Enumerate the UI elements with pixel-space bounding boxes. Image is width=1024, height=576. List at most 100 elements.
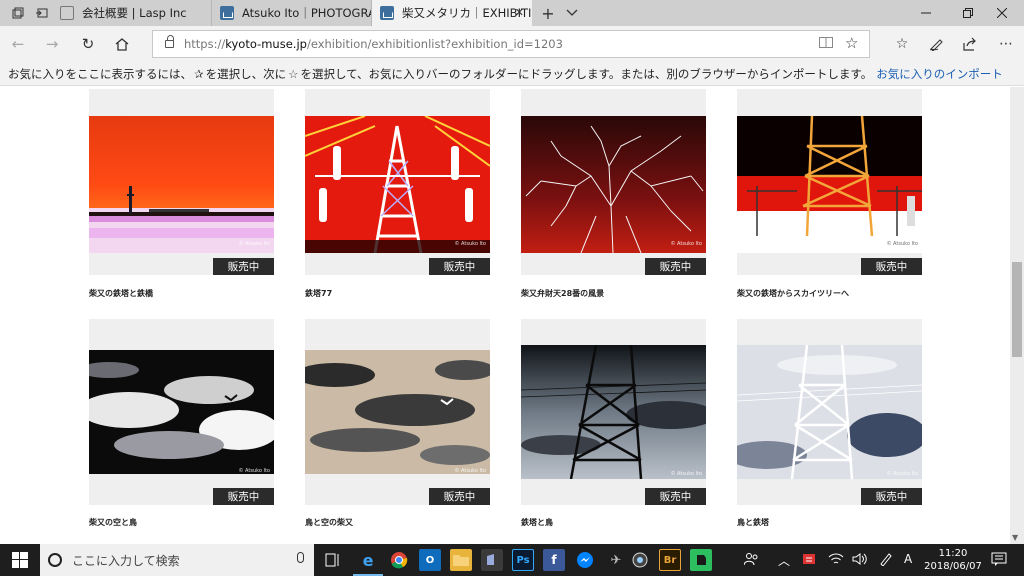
artwork-title[interactable]: 柴又の鉄塔からスカイツリーへ: [737, 288, 849, 299]
tab-lasp[interactable]: 会社概要 | Lasp Inc: [52, 0, 212, 26]
new-tab-icon[interactable]: +: [536, 0, 560, 26]
folder-glyph: [453, 555, 469, 566]
outlook-icon[interactable]: O: [419, 549, 441, 571]
webcam-glyph: [632, 552, 648, 568]
favorites-star-icon: ☆: [288, 66, 299, 81]
tab-atsuko-ito[interactable]: Atsuko Ito｜PHOTOGRAPHI: [212, 0, 372, 26]
pen-workspace-icon[interactable]: [879, 552, 893, 569]
tab-title: 会社概要 | Lasp Inc: [82, 6, 187, 20]
show-hidden-icons-chevron-icon[interactable]: ︿: [778, 552, 790, 569]
photo-app-glyph: [487, 554, 494, 565]
artwork-title[interactable]: 鳥と鉄塔: [737, 517, 769, 528]
set-aside-tabs-icon[interactable]: [30, 0, 54, 26]
camera-icon[interactable]: ✈: [605, 549, 627, 571]
microphone-icon[interactable]: [297, 552, 304, 563]
scrollbar-thumb[interactable]: [1012, 262, 1022, 357]
page-scrollbar[interactable]: ▼: [1010, 87, 1024, 544]
minimize-icon[interactable]: [904, 0, 948, 26]
pen-glyph: [929, 39, 943, 51]
share-icon[interactable]: [958, 32, 982, 56]
artwork-card[interactable]: © Atsuko Ito 販売中: [305, 319, 490, 505]
pen-notes-icon[interactable]: [924, 32, 948, 56]
photo-app-icon[interactable]: [481, 549, 503, 571]
evernote-icon[interactable]: [690, 549, 712, 571]
artwork-image[interactable]: [521, 116, 706, 253]
back-arrow-icon[interactable]: ←: [6, 32, 30, 56]
tab-manager-icon[interactable]: [6, 0, 30, 26]
scroll-down-arrow-icon[interactable]: ▼: [1012, 533, 1018, 542]
artwork-card[interactable]: © Atsuko Ito 販売中: [737, 319, 922, 505]
book-glyph: [819, 37, 833, 48]
windows-taskbar: ここに入力して検索 e O Ps f ✈ Br ︿ A 11:20 2018/0…: [0, 544, 1024, 576]
pylon-77-image: [305, 116, 490, 253]
chevron-down-icon[interactable]: [560, 0, 584, 26]
artwork-title[interactable]: 鉄塔77: [305, 288, 332, 299]
bird-sky-sepia-image: [305, 350, 490, 474]
favorites-hub-icon[interactable]: ☆: [890, 32, 914, 56]
artwork-image[interactable]: [89, 350, 274, 474]
messenger-icon[interactable]: [574, 549, 596, 571]
reading-view-icon[interactable]: [819, 36, 833, 52]
address-bar[interactable]: https://kyoto-muse.jp/exhibition/exhibit…: [152, 30, 870, 58]
photo-credit: © Atsuko Ito: [454, 468, 486, 474]
artwork-image[interactable]: [305, 350, 490, 474]
tab-exhibition[interactable]: 柴又メタリカ｜EXHIBITIO ✕: [372, 0, 532, 26]
artwork-title[interactable]: 柴又弁財天28番の風景: [521, 288, 604, 299]
pen-workspace-glyph: [880, 553, 892, 567]
start-button[interactable]: [0, 544, 40, 576]
chrome-icon[interactable]: [388, 549, 410, 571]
people-icon[interactable]: [743, 552, 760, 569]
artwork-card[interactable]: © Atsuko Ito 販売中: [89, 319, 274, 505]
artwork-card[interactable]: © Atsuko Ito 販売中: [89, 89, 274, 275]
edge-browser-icon[interactable]: e: [353, 549, 383, 576]
url-path: /exhibition/exhibitionlist?exhibition_id…: [306, 37, 563, 51]
forward-arrow-icon[interactable]: →: [40, 32, 64, 56]
close-window-icon[interactable]: [980, 0, 1024, 26]
artwork-title[interactable]: 鳥と空の柴又: [305, 517, 353, 528]
tray-app-icon[interactable]: [802, 552, 816, 569]
artwork-card[interactable]: © Atsuko Ito 販売中: [521, 319, 706, 505]
home-icon[interactable]: [110, 32, 134, 56]
url-text[interactable]: https://kyoto-muse.jp/exhibition/exhibit…: [184, 37, 563, 51]
artwork-image[interactable]: [737, 116, 922, 253]
webcam-icon[interactable]: [629, 549, 651, 571]
wifi-icon[interactable]: [828, 552, 844, 569]
artwork-title[interactable]: 鉄塔と鳥: [521, 517, 553, 528]
artwork-title[interactable]: 柴又の空と鳥: [89, 517, 137, 528]
volume-icon[interactable]: [852, 552, 868, 569]
more-menu-icon[interactable]: ⋯: [994, 32, 1018, 56]
lock-icon: [165, 35, 174, 48]
artwork-image[interactable]: [737, 345, 922, 479]
tray-app-glyph: [803, 554, 815, 564]
photo-credit: © Atsuko Ito: [454, 241, 486, 247]
refresh-icon[interactable]: ↻: [76, 32, 100, 56]
chrome-glyph: [391, 552, 408, 569]
artwork-image[interactable]: [521, 345, 706, 479]
import-favorites-link[interactable]: お気に入りのインポート: [876, 66, 1003, 82]
url-host: kyoto-muse.jp: [225, 37, 307, 51]
favorite-star-icon[interactable]: ☆: [845, 34, 858, 52]
evernote-glyph: [697, 555, 706, 565]
artwork-image[interactable]: [305, 116, 490, 253]
file-explorer-icon[interactable]: [450, 549, 472, 571]
artwork-card[interactable]: © Atsuko Ito 販売中: [305, 89, 490, 275]
cortana-icon: [48, 553, 62, 567]
ime-indicator[interactable]: A: [904, 552, 912, 566]
home-glyph: [115, 37, 129, 51]
action-center-icon[interactable]: [991, 552, 1007, 569]
on-sale-badge: 販売中: [861, 488, 922, 505]
artwork-card[interactable]: © Atsuko Ito 販売中: [737, 89, 922, 275]
artwork-title[interactable]: 柴又の鉄塔と鉄橋: [89, 288, 153, 299]
search-placeholder: ここに入力して検索: [72, 553, 180, 568]
artwork-card[interactable]: © Atsuko Ito 販売中: [521, 89, 706, 275]
on-sale-badge: 販売中: [429, 258, 490, 275]
facebook-icon[interactable]: f: [543, 549, 565, 571]
artwork-image[interactable]: [89, 116, 274, 253]
system-clock[interactable]: 11:20 2018/06/07: [921, 547, 985, 573]
bridge-icon[interactable]: Br: [659, 549, 681, 571]
close-tab-icon[interactable]: ✕: [515, 6, 524, 19]
photoshop-icon[interactable]: Ps: [512, 549, 534, 571]
red-tower-bridge-image: [89, 116, 274, 253]
task-view-icon[interactable]: [322, 549, 344, 571]
taskbar-search-box[interactable]: ここに入力して検索: [40, 544, 314, 576]
